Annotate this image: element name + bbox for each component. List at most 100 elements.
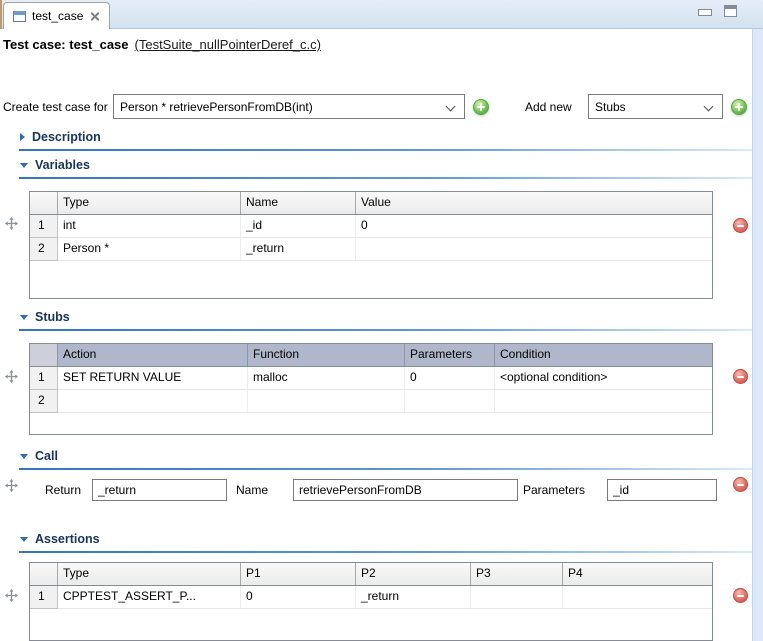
collapsed-triangle-icon	[20, 133, 25, 141]
expanded-triangle-icon	[20, 454, 28, 459]
call-name-input[interactable]	[293, 479, 518, 501]
stub-parameters-cell[interactable]	[405, 390, 495, 413]
expanded-triangle-icon	[20, 163, 28, 168]
stub-action-cell[interactable]	[58, 390, 248, 413]
variables-header-row: Type Name Value	[30, 192, 712, 215]
row-number: 1	[30, 215, 58, 238]
stub-action-cell[interactable]: SET RETURN VALUE	[58, 367, 248, 390]
column-header-type: Type	[58, 563, 241, 585]
scrollbar-track[interactable]	[752, 29, 763, 641]
remove-assertions-button[interactable]	[733, 588, 748, 603]
stubs-header-row: Action Function Parameters Condition	[30, 344, 712, 367]
test-suite-file-link[interactable]: (TestSuite_nullPointerDeref_c.c)	[135, 37, 321, 52]
column-header-p2: P2	[356, 563, 471, 585]
section-title: Description	[32, 130, 101, 144]
row-number-header	[30, 344, 58, 366]
expanded-triangle-icon	[20, 537, 28, 542]
variable-value-cell[interactable]	[356, 238, 712, 261]
create-test-case-combobox[interactable]: Person * retrievePersonFromDB(int)	[113, 94, 465, 119]
page-title: Test case: test_case	[3, 37, 129, 52]
maximize-view-icon[interactable]	[724, 5, 737, 17]
section-divider	[19, 468, 757, 470]
tab-close-icon[interactable]	[89, 11, 100, 22]
column-header-type: Type	[58, 192, 241, 214]
window-edge	[0, 0, 2, 29]
remove-stubs-button[interactable]	[733, 369, 748, 384]
section-title: Variables	[35, 158, 90, 172]
expanded-triangle-icon	[20, 315, 28, 320]
variable-type-cell[interactable]: int	[58, 215, 241, 238]
assertions-header-row: Type P1 P2 P3 P4	[30, 563, 712, 586]
remove-variables-button[interactable]	[733, 218, 748, 233]
chevron-down-icon	[704, 102, 714, 112]
section-title: Call	[35, 449, 58, 463]
stub-condition-cell[interactable]	[495, 390, 712, 413]
add-new-value: Stubs	[595, 100, 626, 114]
column-header-function: Function	[248, 344, 405, 366]
add-new-combobox[interactable]: Stubs	[588, 94, 723, 119]
row-number: 1	[30, 367, 58, 390]
column-header-parameters: Parameters	[405, 344, 495, 366]
add-test-case-button[interactable]	[473, 99, 489, 115]
test-case-editor: test_case Test case: test_case (TestSuite…	[0, 0, 763, 641]
call-return-input[interactable]	[92, 479, 227, 501]
move-icon	[4, 216, 19, 231]
table-empty-area	[30, 609, 712, 640]
stub-condition-cell[interactable]: <optional condition>	[495, 367, 712, 390]
table-row: 2 Person * _return	[30, 238, 712, 261]
stub-function-cell[interactable]	[248, 390, 405, 413]
add-new-label: Add new	[525, 100, 572, 114]
page-title-row: Test case: test_case (TestSuite_nullPoint…	[3, 37, 321, 52]
section-variables-header[interactable]: Variables	[20, 158, 90, 172]
row-number-header	[30, 192, 58, 214]
column-header-p4: P4	[563, 563, 712, 585]
row-number: 2	[30, 238, 58, 261]
move-assertions-handle[interactable]	[4, 588, 19, 603]
stub-parameters-cell[interactable]: 0	[405, 367, 495, 390]
section-stubs-header[interactable]: Stubs	[20, 310, 70, 324]
table-row: 1 CPPTEST_ASSERT_P... 0 _return	[30, 586, 712, 609]
minimize-view-icon[interactable]	[698, 9, 712, 16]
assertion-p2-cell[interactable]: _return	[356, 586, 471, 609]
variable-value-cell[interactable]: 0	[356, 215, 712, 238]
call-return-label: Return	[45, 483, 81, 497]
variable-name-cell[interactable]: _id	[241, 215, 356, 238]
column-header-name: Name	[241, 192, 356, 214]
assertion-p4-cell[interactable]	[563, 586, 712, 609]
stub-function-cell[interactable]: malloc	[248, 367, 405, 390]
move-stubs-handle[interactable]	[4, 369, 19, 384]
variable-name-cell[interactable]: _return	[241, 238, 356, 261]
move-icon	[4, 478, 19, 493]
variable-type-cell[interactable]: Person *	[58, 238, 241, 261]
move-icon	[4, 369, 19, 384]
section-call-header[interactable]: Call	[20, 449, 58, 463]
section-title: Assertions	[35, 532, 100, 546]
column-header-action: Action	[58, 344, 248, 366]
call-parameters-label: Parameters	[523, 483, 585, 497]
assertion-p3-cell[interactable]	[471, 586, 563, 609]
column-header-value: Value	[356, 192, 712, 214]
column-header-p1: P1	[241, 563, 356, 585]
editor-tab-strip	[0, 0, 763, 29]
assertion-type-cell[interactable]: CPPTEST_ASSERT_P...	[58, 586, 241, 609]
table-empty-area	[30, 261, 712, 298]
section-divider	[19, 149, 757, 151]
move-call-handle[interactable]	[4, 478, 19, 493]
call-name-label: Name	[236, 483, 268, 497]
assertions-table: Type P1 P2 P3 P4 1 CPPTEST_ASSERT_P... 0…	[29, 562, 713, 641]
chevron-down-icon	[446, 102, 456, 112]
row-number: 2	[30, 390, 58, 413]
table-row: 2	[30, 390, 712, 413]
row-number: 1	[30, 586, 58, 609]
tab-test-case[interactable]: test_case	[3, 2, 110, 29]
section-description-header[interactable]: Description	[20, 130, 101, 144]
row-number-header	[30, 563, 58, 585]
move-variables-handle[interactable]	[4, 216, 19, 231]
section-assertions-header[interactable]: Assertions	[20, 532, 100, 546]
call-parameters-input[interactable]	[607, 479, 717, 501]
assertion-p1-cell[interactable]: 0	[241, 586, 356, 609]
add-new-button[interactable]	[731, 99, 747, 115]
remove-call-button[interactable]	[733, 477, 748, 492]
test-case-editor-icon	[13, 11, 26, 22]
variables-table: Type Name Value 1 int _id 0 2 Person * _…	[29, 191, 713, 299]
